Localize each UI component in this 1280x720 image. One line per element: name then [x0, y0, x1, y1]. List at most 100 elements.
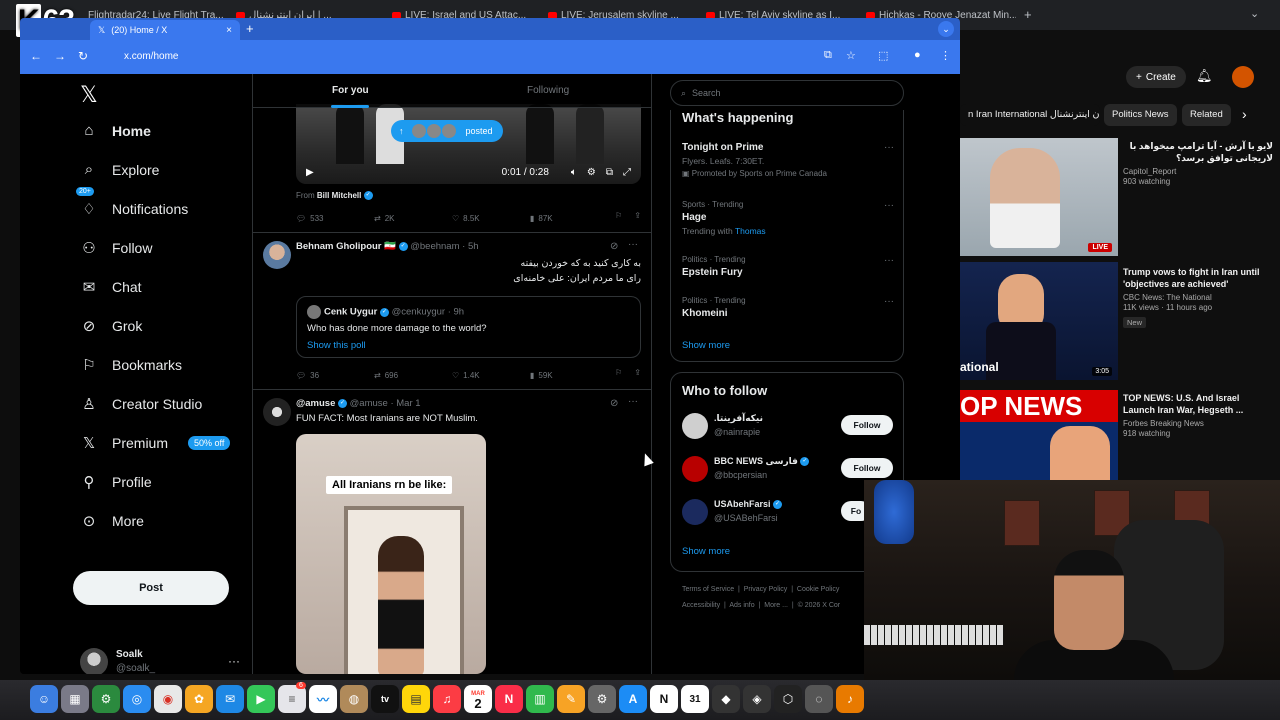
more-icon[interactable]: ··· [628, 239, 638, 250]
trend-item[interactable]: Tonight on Prime Flyers. Leafs. 7:30ET. … [682, 142, 894, 178]
video-info[interactable]: لایو با آرش - آیا ترامپ میخواهد با لاریج… [1123, 140, 1273, 186]
nav-bookmarks[interactable]: ⚐ Bookmarks [80, 356, 182, 374]
author-name[interactable]: @amuse [296, 398, 335, 409]
app-icon[interactable]: ◍ [340, 685, 368, 713]
video-info[interactable]: TOP NEWS: U.S. And Israel Launch Iran Wa… [1123, 392, 1273, 438]
search-input[interactable]: ⌕ Search [670, 80, 904, 106]
star-icon[interactable]: ☆ [846, 49, 856, 62]
nav-more[interactable]: ⊙ More [80, 512, 144, 530]
footer-link[interactable]: Ads info [729, 602, 754, 609]
app-icon[interactable]: ◆ [712, 685, 740, 713]
nav-chat[interactable]: ✉ Chat [80, 278, 142, 296]
source-name[interactable]: Bill Mitchell [317, 191, 361, 200]
app-icon[interactable]: ⚙ [92, 685, 120, 713]
follow-suggestion[interactable]: .نیکه‌آفرینتا @nainrapie Follow [682, 411, 904, 443]
app-store-icon[interactable]: A [619, 685, 647, 713]
post-button[interactable]: Post [73, 571, 229, 605]
more-icon[interactable]: ··· [228, 654, 240, 668]
trend-link[interactable]: Thomas [735, 226, 766, 236]
mute-icon[interactable]: 🔈︎ [571, 167, 577, 178]
follow-button[interactable]: Follow [841, 415, 893, 435]
views-button[interactable]: ▮ 87K [530, 211, 608, 225]
grok-icon[interactable]: ⊘ [610, 398, 618, 409]
author-handle[interactable]: @amuse · Mar 1 [350, 398, 421, 409]
chip-related[interactable]: Related [1182, 104, 1231, 126]
chip-politics-news[interactable]: Politics News [1104, 104, 1177, 126]
finder-icon[interactable]: ☺ [30, 685, 58, 713]
create-button[interactable]: + Create [1126, 66, 1186, 88]
post-image[interactable]: All Iranians rn be like: [296, 434, 486, 674]
quoted-post[interactable]: Cenk Uygur ✓ @cenkuygur · 9h Who has don… [296, 296, 641, 358]
trend-item[interactable]: Politics · Trending Epstein Fury ··· [682, 255, 894, 278]
chip-iran-international[interactable]: n Iran International ایران اینترنشنال [960, 104, 1100, 126]
nav-profile[interactable]: ⚲ Profile [80, 473, 152, 491]
photos-icon[interactable]: ✿ [185, 685, 213, 713]
reload-icon[interactable]: ↻ [78, 49, 88, 63]
trend-item[interactable]: Sports · Trending Hage Trending with Tho… [682, 200, 894, 236]
avatar[interactable] [1232, 66, 1254, 88]
video-thumbnail[interactable]: ational 3:05 [960, 262, 1118, 380]
footer-link[interactable]: Terms of Service [682, 586, 734, 593]
show-poll-link[interactable]: Show this poll [307, 340, 366, 351]
share-icon[interactable]: ⇪ [634, 368, 641, 382]
tab-search-icon[interactable]: ⌄ [1250, 7, 1259, 20]
new-tab-icon[interactable]: + [1024, 7, 1032, 22]
video-thumbnail[interactable]: LIVE [960, 138, 1118, 256]
like-button[interactable]: ♡ 1.4K [452, 368, 530, 382]
trend-item[interactable]: Politics · Trending Khomeini ··· [682, 296, 894, 319]
video-channel[interactable]: CBC News: The National [1123, 293, 1273, 302]
apple-tv-icon[interactable]: tv [371, 685, 399, 713]
footer-link[interactable]: Privacy Policy [744, 586, 788, 593]
notes-icon[interactable]: ▤ [402, 685, 430, 713]
nav-explore[interactable]: ⌕ Explore [80, 161, 160, 178]
reply-button[interactable]: 💬︎ 533 [296, 211, 374, 225]
back-icon[interactable]: ← [30, 49, 42, 63]
video-player[interactable]: ▶ 0:01 / 0:28 🔈︎ ⚙ ⧉ ⤢ [296, 104, 641, 184]
facetime-icon[interactable]: ▶ [247, 685, 275, 713]
video-title[interactable]: لایو با آرش - آیا ترامپ میخواهد با لاریج… [1123, 140, 1273, 164]
x-logo-icon[interactable]: 𝕏 [80, 82, 98, 108]
avatar[interactable] [263, 241, 291, 269]
fullscreen-icon[interactable]: ⤢ [623, 167, 631, 178]
nav-follow[interactable]: ⚇ Follow [80, 239, 152, 257]
who-show-more[interactable]: Show more [682, 546, 730, 557]
more-icon[interactable]: ··· [884, 255, 894, 266]
video-channel[interactable]: Capitol_Report [1123, 167, 1273, 176]
tab-for-you[interactable]: For you [332, 85, 369, 96]
numbers-icon[interactable]: ▥ [526, 685, 554, 713]
bookmark-icon[interactable]: ⚐ [615, 211, 622, 225]
app-icon[interactable]: ◈ [743, 685, 771, 713]
reply-button[interactable]: 💬︎ 36 [296, 368, 374, 382]
bell-icon[interactable]: 🔔︎ [1196, 68, 1213, 84]
new-tab-icon[interactable]: + [246, 21, 254, 36]
app-icon[interactable]: ◌ [805, 685, 833, 713]
news-icon[interactable]: N [495, 685, 523, 713]
calendar-app-icon[interactable]: 31 [681, 685, 709, 713]
more-icon[interactable]: ··· [884, 296, 894, 307]
more-icon[interactable]: ··· [884, 200, 894, 211]
share-icon[interactable]: ⇪ [634, 211, 641, 225]
play-icon[interactable]: ▶ [306, 167, 314, 178]
chevron-right-icon[interactable]: › [1242, 106, 1247, 122]
reminders-icon[interactable]: ≡ [278, 685, 306, 713]
system-settings-icon[interactable]: ⚙ [588, 685, 616, 713]
video-channel[interactable]: Forbes Breaking News [1123, 419, 1273, 428]
author-name[interactable]: Behnam Gholipour 🇮🇷 [296, 241, 396, 252]
nav-grok[interactable]: ⊘ Grok [80, 317, 143, 335]
footer-link[interactable]: Accessibility [682, 602, 720, 609]
pip-icon[interactable]: ⧉ [606, 167, 613, 178]
launchpad-icon[interactable]: ▦ [61, 685, 89, 713]
chevron-down-icon[interactable]: ⌄ [938, 21, 954, 37]
quote-author-name[interactable]: Cenk Uygur [324, 307, 377, 318]
forward-icon[interactable]: → [54, 49, 66, 63]
mail-icon[interactable]: ✉ [216, 685, 244, 713]
avatar[interactable] [263, 398, 291, 426]
like-button[interactable]: ♡ 8.5K [452, 211, 530, 225]
repost-button[interactable]: ⇄ 696 [374, 368, 452, 382]
install-icon[interactable]: ⧉ [824, 49, 832, 62]
follow-button[interactable]: Follow [841, 458, 893, 478]
extensions-icon[interactable]: ⬚ [878, 49, 888, 62]
menu-icon[interactable]: ⋮ [940, 49, 951, 62]
nav-premium[interactable]: 𝕏 Premium 50% off [80, 434, 231, 452]
footer-link[interactable]: Cookie Policy [797, 586, 839, 593]
